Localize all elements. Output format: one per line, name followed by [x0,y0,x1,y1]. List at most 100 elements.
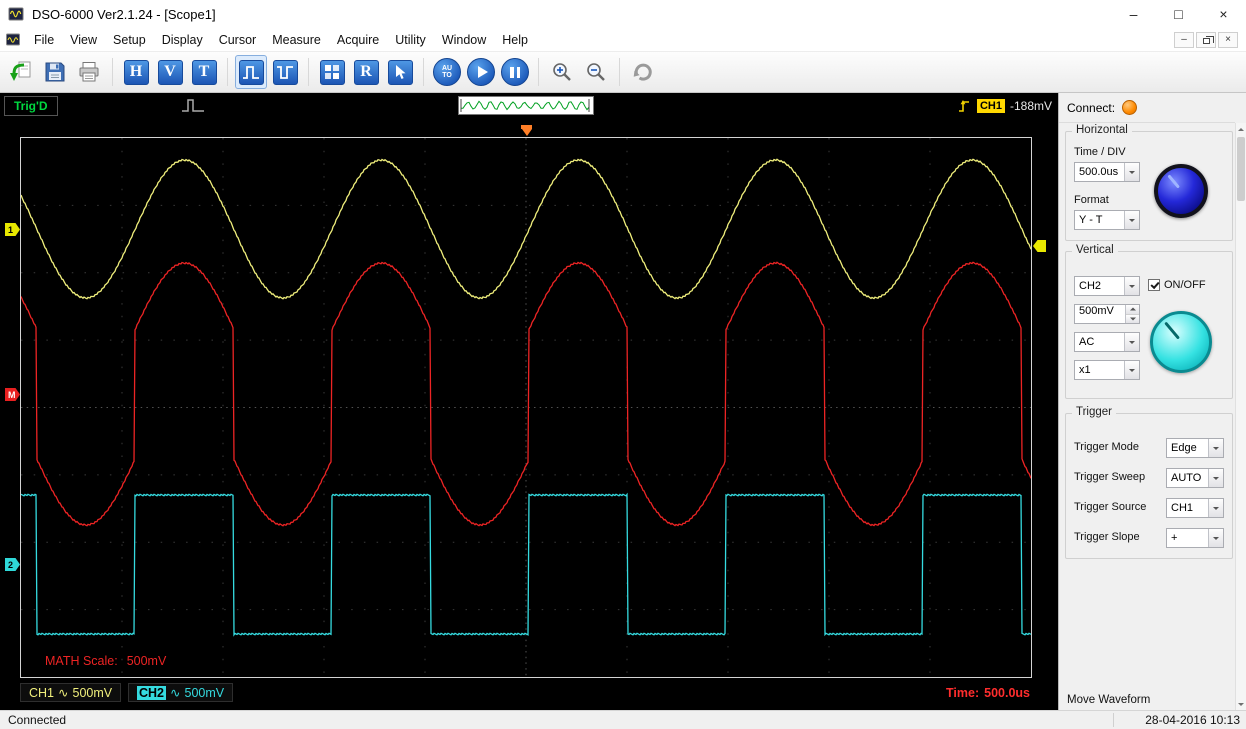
menu-item-utility[interactable]: Utility [387,30,434,50]
trigger-source-select[interactable]: CH1 [1166,498,1224,518]
menu-item-setup[interactable]: Setup [105,30,154,50]
zoom-out-button[interactable] [580,55,612,89]
pause-button[interactable] [499,55,531,89]
move-waveform-label: Move Waveform [1067,694,1150,706]
menu-item-acquire[interactable]: Acquire [329,30,387,50]
control-panel: Connect: Horizontal Time / DIV 500.0us F… [1058,93,1246,710]
ch2-ground-marker[interactable]: 2 [5,558,20,571]
horizontal-time-knob[interactable] [1154,164,1208,218]
spin-down-icon[interactable] [1126,315,1139,324]
waveform-canvas[interactable] [21,138,1031,677]
window-title: DSO-6000 Ver2.1.24 - [Scope1] [32,7,216,22]
trigger-sweep-label: Trigger Sweep [1074,471,1145,483]
mdi-close-button[interactable]: × [1218,32,1238,48]
trigger-level-marker[interactable] [1033,240,1046,252]
grid-squares-icon [320,60,345,85]
chevron-down-icon [1124,361,1139,379]
zoom-in-button[interactable] [546,55,578,89]
print-button[interactable] [73,55,105,89]
toolbar-separator [227,58,228,86]
connect-status: Connect: [1067,100,1137,115]
title-bar: DSO-6000 Ver2.1.24 - [Scope1] – □ × [0,0,1246,28]
chevron-down-icon [1208,469,1223,487]
mdi-minimize-button[interactable]: – [1174,32,1194,48]
pulse-negative-button[interactable] [269,55,301,89]
toolbar-separator [112,58,113,86]
channel-select[interactable]: CH2 [1074,276,1140,296]
pulse-positive-button[interactable] [235,55,267,89]
horizontal-group: Horizontal Time / DIV 500.0us Format Y -… [1065,131,1233,241]
menu-item-window[interactable]: Window [434,30,494,50]
knob-pointer [1142,303,1221,382]
ch1-ground-marker[interactable]: 1 [5,223,20,236]
menu-item-display[interactable]: Display [154,30,211,50]
scroll-up-icon[interactable] [1236,123,1246,136]
ch2-readout[interactable]: CH2∿500mV [128,683,233,702]
app-icon [8,6,24,22]
connection-status: Connected [8,713,66,727]
vertical-measure-button[interactable]: V [154,55,186,89]
menu-item-view[interactable]: View [62,30,105,50]
math-scale-readout: MATH Scale:500mV [45,654,166,668]
pulse-positive-icon [239,60,264,85]
knob-pointer [1149,159,1214,224]
open-icon [8,59,34,85]
coupling-select[interactable]: AC [1074,332,1140,352]
panel-divider [1059,122,1235,123]
scroll-down-icon[interactable] [1236,697,1246,710]
trigger-status-badge: Trig'D [4,96,58,116]
rising-edge-icon [957,98,972,114]
trigger-level-readout: -188mV [1010,99,1052,113]
format-select[interactable]: Y - T [1074,210,1140,230]
trigger-source-chip: CH1 [977,99,1005,113]
math-ground-marker[interactable]: M [5,388,20,401]
scrollbar-thumb[interactable] [1237,137,1245,201]
cursor-tool-button[interactable] [384,55,416,89]
refresh-button[interactable] [627,55,659,89]
menu-item-measure[interactable]: Measure [264,30,329,50]
pause-icon [501,58,529,86]
scope-region: Trig'D CH1 -188mV 1 M 2 MATH Scale:500mV… [0,93,1058,710]
probe-attenuation-select[interactable]: x1 [1074,360,1140,380]
channel-scale-spinner[interactable]: 500mV [1074,304,1140,324]
channel-onoff-checkbox[interactable]: ON/OFF [1148,279,1206,291]
h-letter-icon: H [124,60,149,85]
open-button[interactable] [5,55,37,89]
zoom-out-icon [584,60,608,84]
close-button[interactable]: × [1201,0,1246,28]
vertical-scale-knob[interactable] [1150,311,1212,373]
format-label: Format [1074,194,1109,206]
r-letter-icon: R [354,60,379,85]
save-button[interactable] [39,55,71,89]
self-calibration-button[interactable] [316,55,348,89]
pulse-negative-icon [273,60,298,85]
statusbar-separator [1113,713,1114,727]
time-div-select[interactable]: 500.0us [1074,162,1140,182]
ch1-readout[interactable]: CH1∿500mV [20,683,121,702]
menu-item-help[interactable]: Help [494,30,536,50]
zoom-in-icon [550,60,574,84]
print-icon [77,60,101,84]
record-button[interactable]: R [350,55,382,89]
horizontal-measure-button[interactable]: H [120,55,152,89]
spin-up-icon[interactable] [1126,305,1139,315]
mdi-restore-button[interactable] [1196,32,1216,48]
maximize-button[interactable]: □ [1156,0,1201,28]
cursor-arrow-icon [388,60,413,85]
trigger-sweep-select[interactable]: AUTO [1166,468,1224,488]
waveform-preview[interactable] [458,96,594,115]
menu-bar: File View Setup Display Cursor Measure A… [0,28,1246,52]
run-button[interactable] [465,55,497,89]
time-measure-button[interactable]: T [188,55,220,89]
minimize-button[interactable]: – [1111,0,1156,28]
trigger-mode-select[interactable]: Edge [1166,438,1224,458]
toolbar: H V T R AUTO [0,52,1246,93]
autoset-button[interactable]: AUTO [431,55,463,89]
trigger-slope-select[interactable]: + [1166,528,1224,548]
panel-scrollbar[interactable] [1235,123,1246,710]
vertical-group: Vertical CH2 ON/OFF 500mV AC x1 [1065,251,1233,399]
waveform-display[interactable] [20,137,1032,678]
trigger-position-marker[interactable] [521,125,532,136]
menu-item-cursor[interactable]: Cursor [211,30,265,50]
menu-item-file[interactable]: File [26,30,62,50]
